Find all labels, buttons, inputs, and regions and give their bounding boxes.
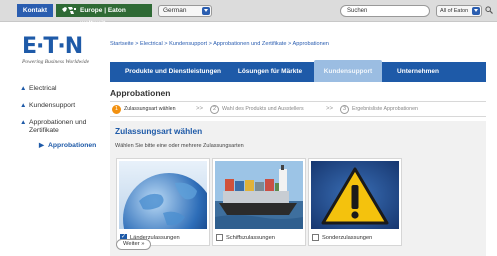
eaton-logo[interactable]: E·T·N Powering Business Worldwide xyxy=(22,34,90,66)
step-number: 2 xyxy=(210,105,219,114)
chevron-down-icon xyxy=(472,7,480,15)
language-select[interactable]: German xyxy=(158,5,212,17)
sidebar-item-approbationen-und-zertifikate[interactable]: ▲ Approbationen und Zertifikate xyxy=(20,119,105,135)
step-3: 3 Ergebnisliste Approbationen xyxy=(340,105,418,114)
step-separator: >> xyxy=(326,106,334,112)
step-label: Zulassungsart wählen xyxy=(124,106,176,112)
step-indicator: 1 Zulassungsart wählen >> 2 Wahl des Produ… xyxy=(110,101,486,117)
step-separator: >> xyxy=(196,106,204,112)
sidebar-item-label: Electrical xyxy=(29,85,57,92)
sidebar: ▲ Electrical ▲ Kundensupport ▲ Approbati… xyxy=(20,85,105,159)
panel-title: Zulassungsart wählen xyxy=(115,126,203,136)
step-number: 3 xyxy=(340,105,349,114)
region-label: Europe | Eaton weltweit xyxy=(80,7,126,27)
tab-produkte[interactable]: Produkte und Dienstleistungen xyxy=(118,62,228,82)
tab-unternehmen[interactable]: Unternehmen xyxy=(386,62,450,82)
option-label: Schiffszulassungen xyxy=(226,235,275,241)
option-label: Sonderzulassungen xyxy=(322,235,373,241)
world-map-icon xyxy=(62,7,76,14)
globe-image xyxy=(119,161,207,229)
triangle-right-icon: ▶ xyxy=(39,142,44,149)
search-scope-value: All of Eaton xyxy=(440,8,469,14)
chevron-down-icon xyxy=(202,7,210,15)
selection-panel: Zulassungsart wählen Wählen Sie bitte ei… xyxy=(110,121,486,256)
sidebar-item-label: Approbationen xyxy=(48,142,97,149)
contact-button[interactable]: Kontakt xyxy=(17,4,53,17)
step-label: Wahl des Produkts und Ausstellers xyxy=(222,106,304,112)
sidebar-item-label: Kundensupport xyxy=(29,102,76,109)
step-number: 1 xyxy=(112,105,121,114)
panel-instruction: Wählen Sie bitte eine oder mehrere Zulas… xyxy=(115,143,244,149)
triangle-up-icon: ▲ xyxy=(20,85,27,92)
search-icon[interactable] xyxy=(485,6,493,14)
option-card-sonderzulassungen[interactable]: Sonderzulassungen xyxy=(308,158,402,246)
search-input[interactable]: Suchen xyxy=(340,5,430,17)
sidebar-item-electrical[interactable]: ▲ Electrical xyxy=(20,85,105,93)
option-card-schiffszulassungen[interactable]: Schiffszulassungen xyxy=(212,158,306,246)
option-card-laenderzulassungen[interactable]: Länderzulassungen xyxy=(116,158,210,246)
triangle-up-icon: ▲ xyxy=(20,102,27,109)
page-title: Approbationen xyxy=(110,88,171,98)
next-button[interactable]: Weiter » xyxy=(116,239,152,250)
checkbox-schiffszulassungen[interactable] xyxy=(216,234,223,241)
sidebar-item-approbationen[interactable]: ▶ Approbationen xyxy=(20,142,105,150)
sidebar-item-kundensupport[interactable]: ▲ Kundensupport xyxy=(20,102,105,110)
ship-image xyxy=(215,161,303,229)
main-nav: Produkte und Dienstleistungen Lösungen f… xyxy=(110,60,486,82)
search-scope-select[interactable]: All of Eaton xyxy=(436,5,482,17)
step-2: 2 Wahl des Produkts und Ausstellers xyxy=(210,105,304,114)
tab-kundensupport[interactable]: Kundensupport xyxy=(314,60,382,82)
language-value: German xyxy=(163,7,187,14)
checkbox-sonderzulassungen[interactable] xyxy=(312,234,319,241)
logo-wordmark: E·T·N xyxy=(22,34,83,59)
region-selector[interactable]: Europe | Eaton weltweit xyxy=(56,4,152,27)
top-bar: Kontakt Europe | Eaton weltweit German S… xyxy=(0,0,497,27)
sidebar-item-label: Approbationen und Zertifikate xyxy=(29,119,87,134)
tab-loesungen[interactable]: Lösungen für Märkte xyxy=(230,62,310,82)
breadcrumb[interactable]: Startseite > Electrical > Kundensupport … xyxy=(110,41,329,47)
step-1: 1 Zulassungsart wählen xyxy=(112,105,176,114)
logo-tagline: Powering Business Worldwide xyxy=(22,59,90,65)
step-label: Ergebnisliste Approbationen xyxy=(352,106,418,112)
warning-image xyxy=(311,161,399,229)
triangle-up-icon: ▲ xyxy=(20,119,27,126)
